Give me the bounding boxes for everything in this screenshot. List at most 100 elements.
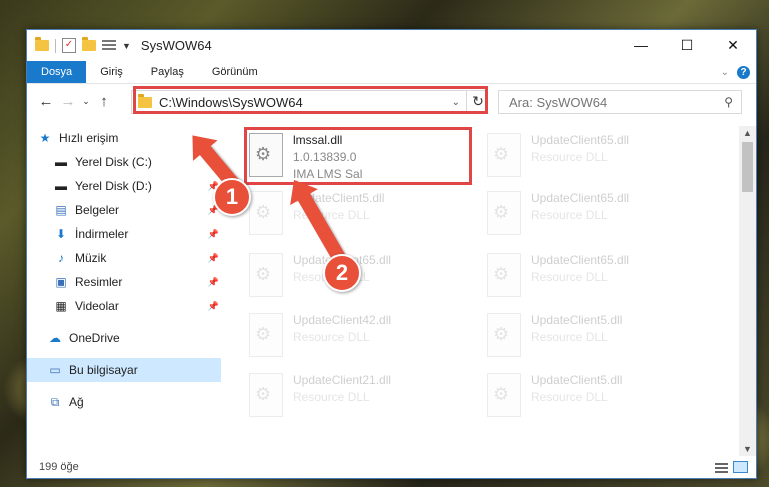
pin-icon[interactable]: 📌	[208, 253, 219, 264]
tab-file[interactable]: Dosya	[27, 61, 87, 83]
sidebar-item-label: İndirmeler	[75, 227, 129, 241]
star-icon: ★	[39, 131, 51, 145]
file-item[interactable]: UpdateClient65.dll Resource DLL	[479, 130, 703, 185]
folder-icon	[35, 37, 49, 51]
tab-view[interactable]: Görünüm	[198, 61, 272, 83]
cloud-icon: ☁	[49, 331, 61, 345]
dll-file-icon	[249, 253, 283, 297]
minimize-button[interactable]: —	[618, 30, 664, 61]
sidebar-item-label: Hızlı erişim	[59, 131, 119, 145]
file-item[interactable]: UpdateClient65.dll Resource DLL	[479, 188, 703, 243]
sidebar-item-label: OneDrive	[69, 331, 120, 345]
file-name: UpdateClient5.dll	[531, 373, 623, 387]
sidebar-item-this-pc[interactable]: ▭ Bu bilgisayar	[27, 358, 221, 382]
sidebar-item-label: Yerel Disk (C:)	[75, 155, 152, 169]
file-item[interactable]: UpdateClient21.dll Resource DLL	[241, 370, 465, 425]
item-count: 199 öğe	[39, 461, 79, 473]
sidebar-item-music[interactable]: ♪ Müzik 📌	[27, 246, 221, 270]
pin-icon[interactable]: 📌	[208, 229, 219, 240]
file-name: UpdateClient5.dll	[531, 313, 623, 327]
customize-toolbar-dropdown[interactable]: ▼	[122, 41, 131, 51]
file-item[interactable]: UpdateClient5.dllResource DLL	[479, 370, 703, 425]
file-description: Resource DLL	[293, 330, 370, 344]
sidebar-item-label: Yerel Disk (D:)	[75, 179, 152, 193]
scroll-down-icon[interactable]: ▼	[739, 442, 756, 456]
sidebar-item-pictures[interactable]: ▣ Resimler 📌	[27, 270, 221, 294]
file-name: UpdateClient65.dll	[531, 253, 630, 267]
vertical-scrollbar[interactable]: ▲ ▼	[739, 126, 756, 456]
dll-file-icon	[249, 313, 283, 357]
quick-access-toolbar: ✓ ▼	[27, 37, 131, 53]
tab-share[interactable]: Paylaş	[137, 61, 198, 83]
pin-icon[interactable]: 📌	[208, 301, 219, 312]
sidebar-item-videos[interactable]: ▦ Videolar 📌	[27, 294, 221, 318]
search-icon[interactable]: ⚲	[724, 95, 741, 109]
sidebar-item-documents[interactable]: ▤ Belgeler 📌	[27, 198, 221, 222]
sidebar-item-onedrive[interactable]: ☁ OneDrive	[27, 326, 221, 350]
sidebar-item-label: Videolar	[75, 299, 119, 313]
file-item[interactable]: UpdateClient42.dll Resource DLL	[241, 310, 465, 365]
dll-file-icon	[487, 373, 521, 417]
new-folder-icon[interactable]	[82, 37, 96, 51]
dll-file-icon	[487, 191, 521, 235]
search-box[interactable]: ⚲	[498, 90, 742, 114]
file-name: UpdateClient42.dll	[293, 313, 392, 327]
forward-arrow-icon[interactable]: →	[57, 93, 79, 110]
file-item[interactable]: UpdateClient65.dll Resource DLL	[479, 250, 703, 305]
sidebar-item-label: Bu bilgisayar	[69, 363, 138, 377]
dll-file-icon	[249, 191, 283, 235]
file-description: Resource DLL	[531, 208, 608, 222]
scroll-thumb[interactable]	[742, 142, 753, 192]
sidebar-item-label: Müzik	[75, 251, 107, 265]
dll-file-icon	[487, 253, 521, 297]
video-icon: ▦	[55, 299, 67, 313]
recent-locations-dropdown-icon[interactable]: ⌄	[79, 96, 93, 107]
search-input[interactable]	[507, 93, 711, 111]
up-arrow-icon[interactable]: ↑	[93, 93, 115, 110]
file-description: Resource DLL	[293, 390, 370, 404]
navigation-pane: ★ Hızlı erişim ▬ Yerel Disk (C:) ▬ Yerel…	[27, 126, 221, 456]
view-properties-icon[interactable]	[102, 39, 116, 52]
back-arrow-icon[interactable]: ←	[35, 93, 57, 110]
ribbon-tabs: Dosya Giriş Paylaş Görünüm ⌄ ?	[27, 61, 756, 84]
pictures-icon: ▣	[55, 275, 67, 289]
large-icons-view-icon[interactable]	[733, 461, 748, 473]
expand-ribbon-icon[interactable]: ⌄	[721, 67, 729, 78]
file-description: Resource DLL	[531, 330, 608, 344]
sidebar-item-disk-d[interactable]: ▬ Yerel Disk (D:) 📌	[27, 174, 221, 198]
sidebar-item-label: Resimler	[75, 275, 123, 289]
drive-icon: ▬	[55, 179, 67, 193]
sidebar-item-label: Belgeler	[75, 203, 120, 217]
file-highlight-box	[244, 127, 472, 185]
file-item[interactable]: UpdateClient5.dllResource DLL	[241, 188, 465, 243]
status-bar: 199 öğe	[27, 456, 756, 478]
scroll-up-icon[interactable]: ▲	[739, 126, 756, 140]
step-1-badge: 1	[213, 178, 251, 216]
sidebar-item-label: Ağ	[69, 395, 84, 409]
download-icon: ⬇	[55, 227, 67, 241]
properties-check-icon[interactable]: ✓	[62, 38, 76, 53]
pin-icon[interactable]: 📌	[208, 277, 219, 288]
file-name: UpdateClient65.dll	[531, 133, 630, 147]
tab-home[interactable]: Giriş	[86, 61, 137, 83]
documents-icon: ▤	[55, 203, 67, 217]
close-button[interactable]: ✕	[710, 30, 756, 61]
network-icon: ⧉	[50, 395, 60, 409]
details-view-icon[interactable]	[715, 463, 728, 473]
file-description: Resource DLL	[531, 270, 608, 284]
dll-file-icon	[249, 373, 283, 417]
file-name: UpdateClient65.dll	[531, 191, 630, 205]
dll-file-icon	[487, 133, 521, 177]
file-name: UpdateClient21.dll	[293, 373, 392, 387]
file-item[interactable]: UpdateClient5.dll Resource DLL	[479, 310, 703, 365]
sidebar-item-network[interactable]: ⧉ Ağ	[27, 390, 221, 414]
dll-file-icon	[487, 313, 521, 357]
maximize-button[interactable]: ☐	[664, 30, 710, 61]
help-icon[interactable]: ?	[737, 65, 750, 79]
title-bar: ✓ ▼ SysWOW64 — ☐ ✕	[27, 30, 756, 61]
window-title: SysWOW64	[140, 38, 212, 53]
sidebar-item-downloads[interactable]: ⬇ İndirmeler 📌	[27, 222, 221, 246]
music-icon: ♪	[58, 251, 64, 265]
drive-icon: ▬	[55, 155, 67, 169]
file-description: Resource DLL	[531, 150, 608, 164]
